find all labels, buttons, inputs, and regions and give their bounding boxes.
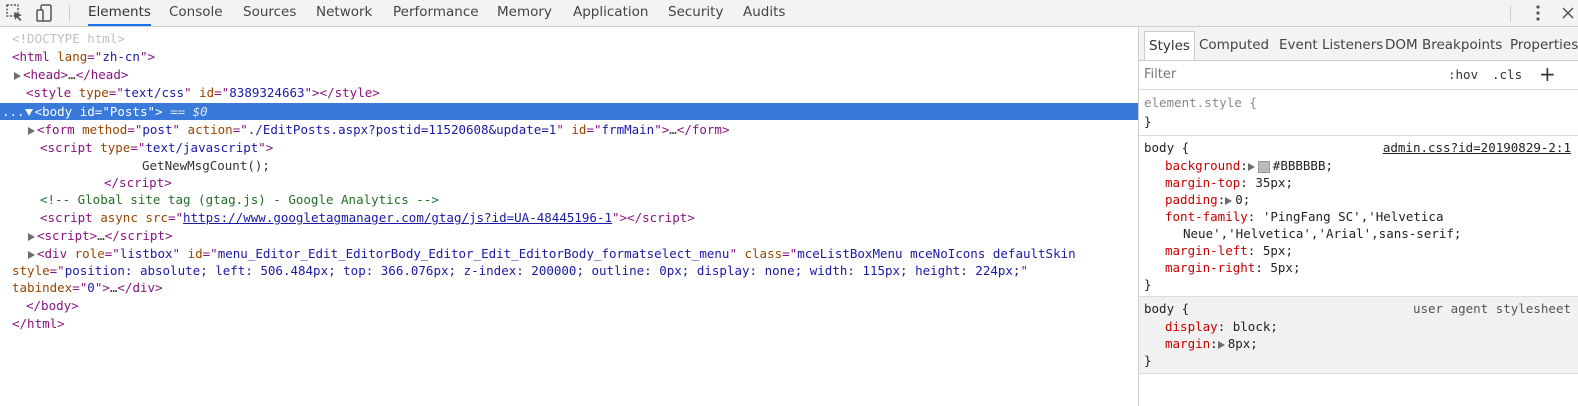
div-node-line[interactable]: <div role="listbox" id="menu_Editor_Edit…: [28, 245, 1076, 262]
device-toggle-icon[interactable]: [34, 2, 56, 24]
style-node-line[interactable]: <style type="text/css" id="8389324663"><…: [26, 84, 380, 101]
tab-sources[interactable]: Sources: [243, 0, 296, 26]
tab-network[interactable]: Network: [316, 0, 372, 26]
expand-arrow-icon[interactable]: [14, 71, 21, 80]
tab-console[interactable]: Console: [169, 0, 223, 26]
div-tabindex-line: tabindex="0">…</div>: [12, 280, 163, 295]
inspect-cursor-icon[interactable]: [4, 2, 26, 24]
script-async-line[interactable]: <script async src="https://www.googletag…: [40, 209, 695, 226]
tab-elements[interactable]: Elements: [88, 0, 151, 26]
stylesheet-source-link[interactable]: admin.css?id=20190829-2:1: [1383, 139, 1571, 156]
tab-application[interactable]: Application: [573, 0, 648, 26]
script-node-line[interactable]: <script type="text/javascript">: [40, 139, 273, 156]
html-close-line: </html>: [12, 316, 65, 331]
styles-sidebar: Styles Computed Event Listeners DOM Brea…: [1138, 27, 1578, 406]
body-rule-user-agent: body { user agent stylesheet display: bl…: [1139, 297, 1578, 374]
expand-arrow-icon[interactable]: [1225, 196, 1233, 205]
color-swatch[interactable]: [1257, 160, 1270, 173]
dom-tree-panel: <!DOCTYPE html> <html lang="zh-cn"> <hea…: [0, 27, 1138, 406]
css-declaration[interactable]: margin-right: 5px;: [1165, 259, 1300, 276]
more-options-icon[interactable]: [1528, 2, 1548, 24]
css-declaration[interactable]: margin-top: 35px;: [1165, 174, 1293, 191]
toolbar-separator: [69, 5, 70, 21]
rule-close-brace: }: [1144, 277, 1152, 292]
tab-styles[interactable]: Styles: [1144, 31, 1195, 60]
expand-arrow-icon[interactable]: [28, 126, 35, 135]
body-close-line: </body>: [26, 298, 79, 313]
element-style-selector[interactable]: element.style {: [1144, 94, 1257, 111]
gtag-script-link[interactable]: https://www.googletagmanager.com/gtag/js…: [183, 210, 612, 225]
tab-performance[interactable]: Performance: [393, 0, 479, 26]
element-style-rule: element.style { }: [1139, 90, 1578, 136]
body-rule-admin-css: body { admin.css?id=20190829-2:1 backgro…: [1139, 136, 1578, 297]
rule-close-brace: }: [1144, 353, 1152, 368]
css-declaration-continued: Neue','Helvetica','Arial',sans-serif;: [1183, 226, 1462, 241]
tab-properties[interactable]: Properties: [1510, 31, 1578, 60]
hov-toggle-button[interactable]: :hov: [1448, 67, 1478, 82]
html-open-line[interactable]: <html lang="zh-cn">: [12, 48, 155, 65]
styles-tabs-bar: Styles Computed Event Listeners DOM Brea…: [1139, 27, 1578, 61]
expand-arrow-icon[interactable]: [1217, 340, 1225, 349]
rule-selector[interactable]: body {: [1144, 300, 1189, 317]
css-declaration[interactable]: padding: 0;: [1165, 191, 1250, 208]
comment-line[interactable]: <!-- Global site tag (gtag.js) - Google …: [40, 191, 439, 208]
tab-memory[interactable]: Memory: [497, 0, 552, 26]
cls-toggle-button[interactable]: .cls: [1492, 67, 1522, 82]
div-style-line: style="position: absolute; left: 506.484…: [12, 263, 1028, 278]
close-icon[interactable]: [1558, 2, 1578, 24]
doctype-line[interactable]: <!DOCTYPE html>: [12, 30, 125, 47]
rule-selector[interactable]: body {: [1144, 139, 1189, 156]
expand-arrow-icon[interactable]: [28, 250, 35, 259]
filter-input[interactable]: Filter: [1144, 67, 1176, 82]
body-node-line-selected[interactable]: ... <body id="Posts"> == $0: [2, 103, 208, 120]
script-collapsed-line[interactable]: <script>…</script>: [28, 227, 172, 244]
css-declaration[interactable]: display: block;: [1165, 318, 1278, 335]
stylesheet-source-label: user agent stylesheet: [1412, 301, 1571, 316]
script-code-line: GetNewMsgCount();: [142, 158, 270, 173]
expand-arrow-icon[interactable]: [28, 232, 35, 241]
rule-close-brace: }: [1144, 114, 1152, 129]
css-declaration[interactable]: font-family: 'PingFang SC','Helvetica: [1165, 208, 1443, 225]
tab-security[interactable]: Security: [668, 0, 723, 26]
css-declaration[interactable]: margin: 8px;: [1165, 335, 1258, 352]
devtools-toolbar: Elements Console Sources Network Perform…: [0, 0, 1578, 27]
tab-dom-breakpoints[interactable]: DOM Breakpoints: [1385, 31, 1502, 60]
toolbar-separator: [1510, 5, 1511, 21]
tab-computed[interactable]: Computed: [1199, 31, 1269, 60]
css-declaration[interactable]: background: #BBBBBB;: [1165, 157, 1333, 174]
new-rule-button[interactable]: +: [1539, 63, 1556, 85]
form-node-line[interactable]: <form method="post" action="./EditPosts.…: [28, 121, 729, 138]
tab-audits[interactable]: Audits: [743, 0, 785, 26]
tab-event-listeners[interactable]: Event Listeners: [1279, 31, 1383, 60]
head-node-line[interactable]: <head>…</head>: [14, 66, 128, 83]
expand-arrow-icon[interactable]: [1247, 162, 1255, 171]
css-declaration[interactable]: margin-left: 5px;: [1165, 242, 1293, 259]
script-close-line: </script>: [104, 175, 172, 190]
collapse-arrow-icon[interactable]: [24, 109, 33, 116]
styles-filter-bar: Filter :hov .cls +: [1139, 61, 1578, 90]
